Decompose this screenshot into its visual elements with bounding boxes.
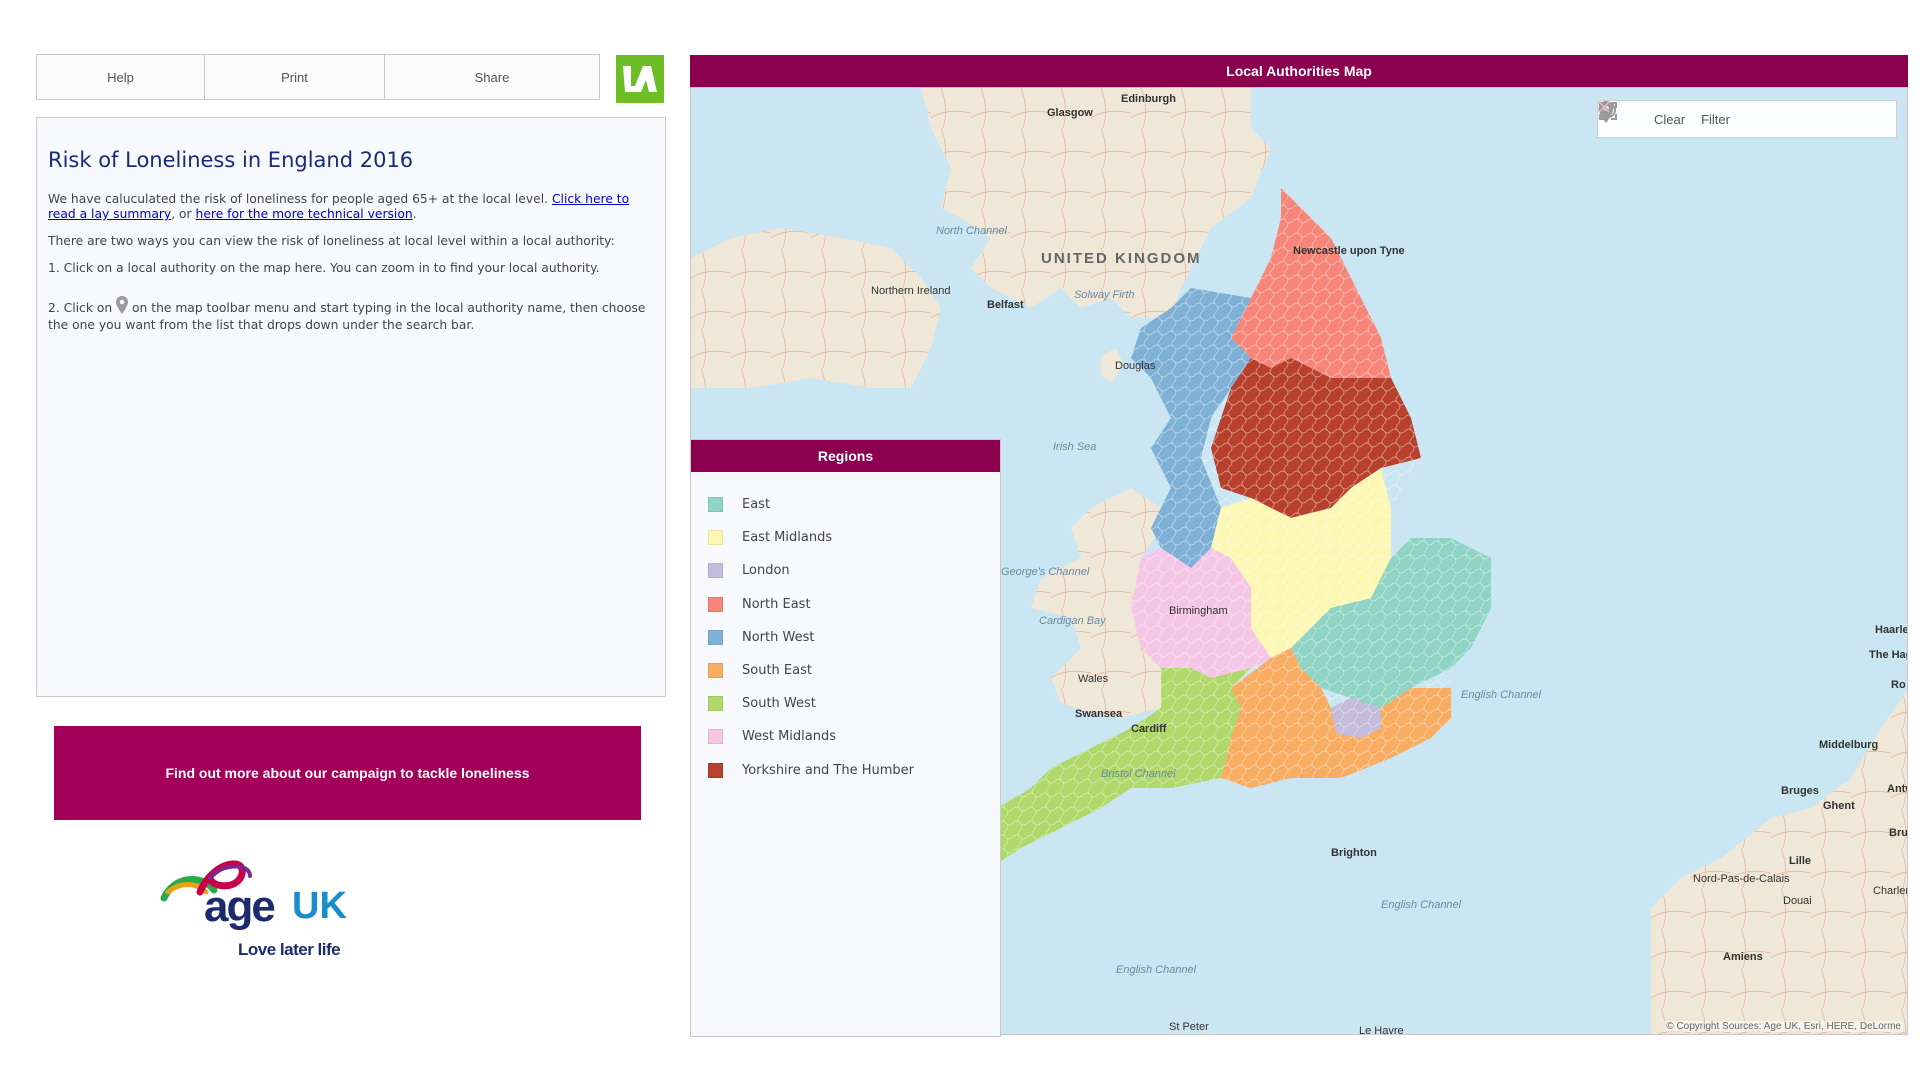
- technical-version-link[interactable]: here for the more technical version: [196, 207, 413, 221]
- label-edinburgh: Edinburgh: [1121, 93, 1176, 105]
- map-tools: Clear Filter: [1597, 100, 1897, 138]
- legend-label: West Midlands: [742, 729, 837, 745]
- intro-paragraph: We have caluculated the risk of loneline…: [48, 192, 654, 222]
- regions-legend: Regions East East Midlands London North Eas…: [690, 439, 1001, 1037]
- filter-button[interactable]: Filter: [1598, 101, 1734, 127]
- legend-item[interactable]: South East: [708, 654, 1000, 687]
- label-newcastle: Newcastle upon Tyne: [1293, 245, 1405, 257]
- legend-item[interactable]: Yorkshire and The Humber: [708, 754, 1000, 787]
- age-uk-tagline: Love later life: [238, 940, 341, 959]
- age-uk-logo[interactable]: age UK Love later life: [160, 852, 370, 962]
- legend-item[interactable]: West Midlands: [708, 720, 1000, 753]
- filter-label: Filter: [1701, 111, 1730, 127]
- label-charleroi: Charlero: [1873, 885, 1908, 897]
- label-cardiff: Cardiff: [1131, 723, 1167, 735]
- legend-label: East Midlands: [742, 530, 833, 546]
- label-northern-ireland: Northern Ireland: [871, 285, 951, 297]
- step-two-post: on the map toolbar menu and start typing…: [48, 301, 646, 332]
- map-copyright: © Copyright Sources: Age UK, Esri, HERE,…: [1664, 1021, 1903, 1032]
- legend-title: Regions: [691, 440, 1000, 472]
- label-wales: Wales: [1078, 673, 1109, 685]
- filter-x-icon: [1598, 101, 1610, 113]
- map-title: Local Authorities Map: [690, 55, 1908, 87]
- legend-item[interactable]: North West: [708, 621, 1000, 654]
- label-swansea: Swansea: [1075, 708, 1123, 720]
- label-douai: Douai: [1783, 895, 1812, 907]
- page-title: Risk of Loneliness in England 2016: [48, 148, 414, 172]
- info-panel: Risk of Loneliness in England 2016 We ha…: [36, 117, 666, 697]
- legend-label: North West: [742, 629, 815, 645]
- legend-swatch: [708, 629, 723, 645]
- label-bruges: Bruges: [1781, 785, 1819, 797]
- label-ro: Ro: [1891, 679, 1906, 691]
- label-cardigan-bay: Cardigan Bay: [1039, 615, 1107, 627]
- legend-item[interactable]: South West: [708, 687, 1000, 720]
- label-middelburg: Middelburg: [1819, 739, 1878, 751]
- label-st-peter: St Peter: [1169, 1021, 1209, 1033]
- label-belfast: Belfast: [987, 299, 1024, 311]
- legend-label: South West: [742, 696, 816, 712]
- legend-swatch: [708, 762, 723, 778]
- label-irish-sea: Irish Sea: [1053, 441, 1096, 453]
- label-haarlem: Haarle: [1875, 624, 1908, 636]
- label-united-kingdom: UNITED KINGDOM: [1041, 250, 1202, 267]
- label-lille: Lille: [1789, 855, 1811, 867]
- legend-swatch: [708, 596, 723, 612]
- legend-item[interactable]: East: [708, 488, 1000, 521]
- help-button[interactable]: Help: [37, 55, 205, 99]
- label-the-hague: The Hague: [1869, 649, 1908, 661]
- label-douglas: Douglas: [1115, 360, 1156, 372]
- legend-list: East East Midlands London North East North W…: [691, 472, 1000, 787]
- campaign-button[interactable]: Find out more about our campaign to tack…: [54, 726, 641, 820]
- clear-button[interactable]: Clear: [1598, 101, 1689, 127]
- step-two-paragraph: 2. Click on on the map toolbar menu and …: [48, 296, 654, 333]
- legend-label: North East: [742, 596, 811, 612]
- legend-swatch: [708, 729, 723, 745]
- label-brus: Brus: [1889, 827, 1908, 839]
- label-english-channel-3: English Channel: [1116, 964, 1197, 976]
- print-button[interactable]: Print: [205, 55, 385, 99]
- uk-wordmark: UK: [292, 885, 347, 927]
- legend-item[interactable]: North East: [708, 588, 1000, 621]
- clear-label: Clear: [1654, 111, 1686, 127]
- label-antw: Antw: [1887, 783, 1908, 795]
- legend-swatch: [708, 563, 723, 579]
- legend-item[interactable]: East Midlands: [708, 521, 1000, 554]
- intro-text: We have caluculated the risk of loneline…: [48, 192, 549, 206]
- legend-label: East: [742, 497, 771, 513]
- label-le-havre: Le Havre: [1359, 1025, 1404, 1035]
- label-brighton: Brighton: [1331, 847, 1377, 859]
- step-two-pre: 2. Click on: [48, 301, 113, 315]
- legend-item[interactable]: London: [708, 554, 1000, 587]
- share-button[interactable]: Share: [385, 55, 599, 99]
- intro-end: .: [412, 207, 417, 221]
- legend-swatch: [708, 696, 723, 712]
- step-one-paragraph: 1. Click on a local authority on the map…: [48, 261, 600, 275]
- legend-label: South East: [742, 663, 812, 679]
- label-glasgow: Glasgow: [1047, 107, 1093, 119]
- label-ghent: Ghent: [1823, 800, 1855, 812]
- legend-swatch: [708, 663, 723, 679]
- label-birmingham: Birmingham: [1169, 605, 1228, 617]
- ia-logo-icon: [623, 66, 657, 92]
- legend-label: London: [742, 563, 790, 579]
- label-georges-channel: George's Channel: [1001, 566, 1090, 578]
- label-solway-firth: Solway Firth: [1074, 289, 1135, 301]
- label-english-channel: English Channel: [1381, 899, 1462, 911]
- intro-connector: , or: [171, 207, 192, 221]
- label-bristol-channel: Bristol Channel: [1101, 768, 1176, 780]
- legend-swatch: [708, 530, 723, 546]
- label-english-channel-2: English Channel: [1461, 689, 1542, 701]
- age-wordmark: age: [204, 882, 276, 931]
- location-pin-icon: [116, 296, 129, 318]
- top-toolbar: Help Print Share: [36, 54, 600, 100]
- legend-label: Yorkshire and The Humber: [742, 762, 915, 778]
- label-amiens: Amiens: [1723, 951, 1763, 963]
- ways-paragraph: There are two ways you can view the risk…: [48, 234, 615, 248]
- label-nord-pas-de-calais: Nord-Pas-de-Calais: [1693, 873, 1790, 885]
- instant-atlas-logo[interactable]: [616, 55, 664, 103]
- legend-swatch: [708, 497, 723, 513]
- label-north-channel: North Channel: [936, 225, 1007, 237]
